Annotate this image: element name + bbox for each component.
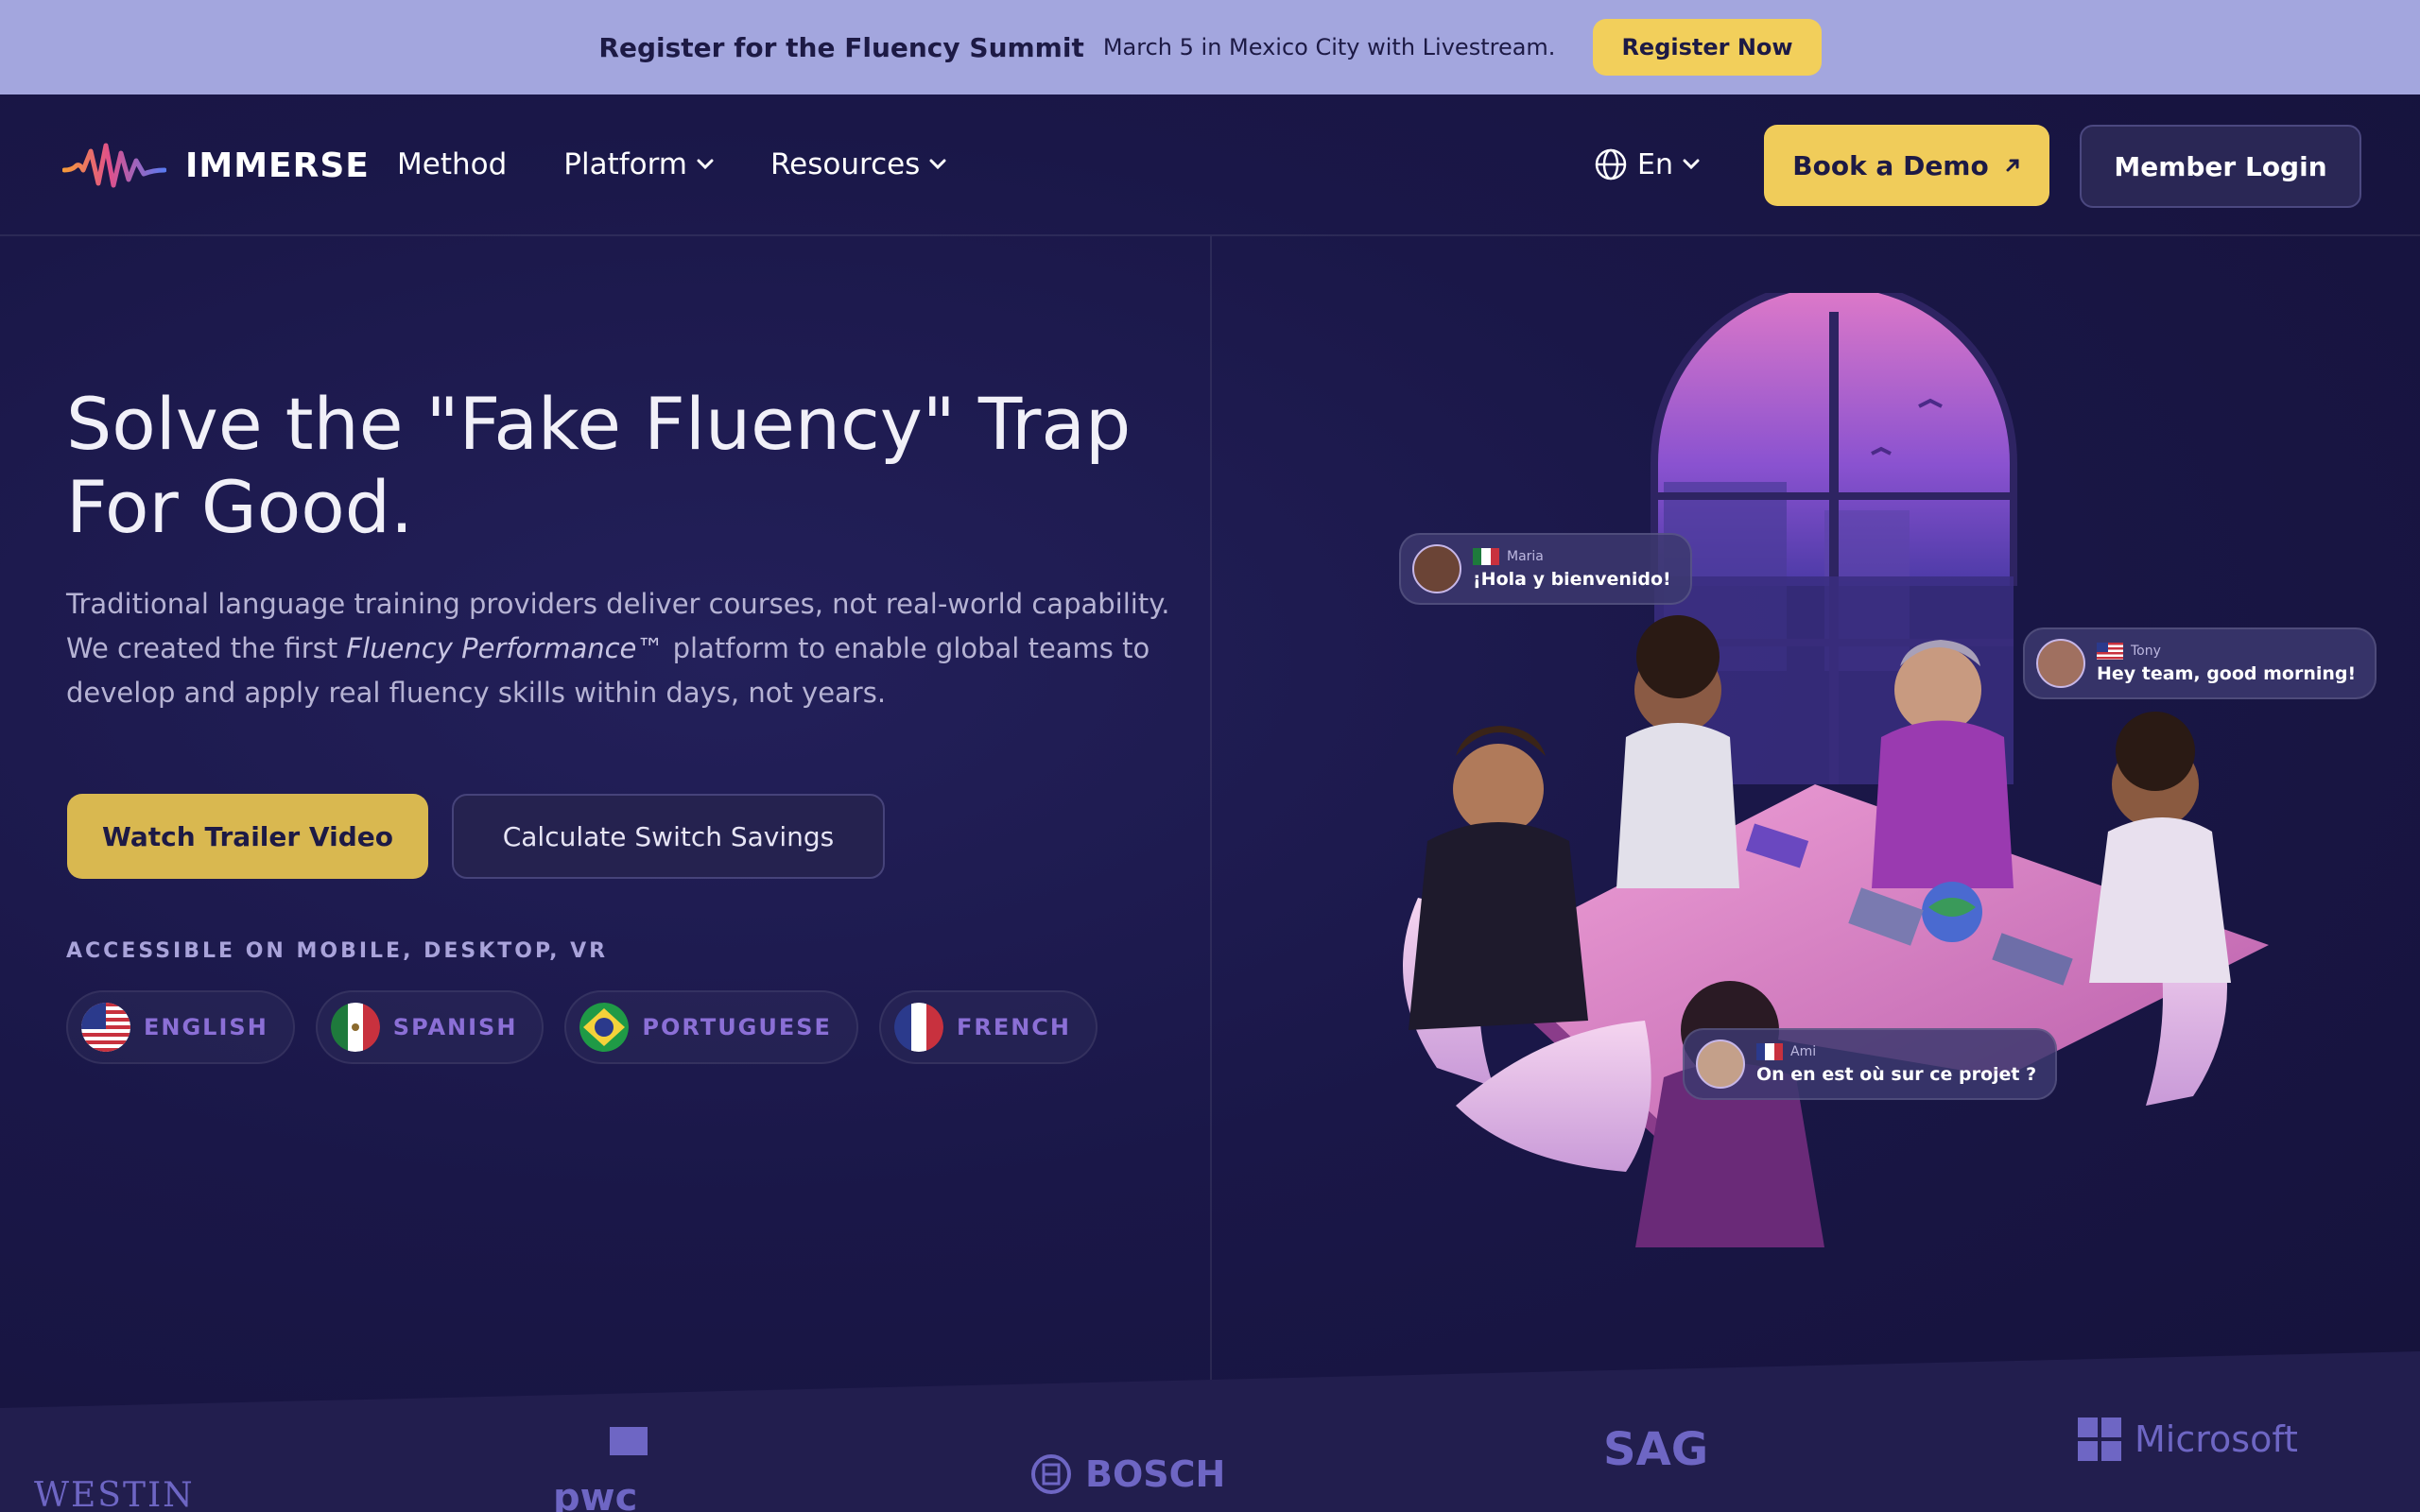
chat-message: ¡Hola y bienvenido! — [1473, 569, 1671, 590]
person-figure — [1409, 726, 1588, 1030]
france-flag-icon — [1756, 1043, 1783, 1060]
client-logo-microsoft-text: Microsoft — [2135, 1418, 2298, 1460]
nav-link-label: Method — [397, 147, 508, 181]
calculate-savings-button[interactable]: Calculate Switch Savings — [452, 794, 885, 879]
announcement-subtitle: March 5 in Mexico City with Livestream. — [1102, 34, 1556, 60]
avatar — [1696, 1040, 1745, 1089]
person-figure — [2089, 712, 2231, 983]
language-chip-label: ENGLISH — [144, 1014, 268, 1040]
chat-bubble-tony: Tony Hey team, good morning! — [2023, 627, 2377, 699]
client-logo-pwc: pwc — [553, 1427, 648, 1512]
brand-logo[interactable]: IMMERSE — [62, 142, 370, 189]
brand-name: IMMERSE — [185, 146, 370, 185]
language-chip-label: SPANISH — [392, 1014, 518, 1040]
nav-link-label: Platform — [563, 147, 688, 181]
language-selector[interactable]: En — [1594, 147, 1700, 181]
chat-bubble-maria: Maria ¡Hola y bienvenido! — [1399, 533, 1692, 605]
chat-bubble-ami: Ami On en est où sur ce projet ? — [1683, 1028, 2058, 1100]
nav-link-resources[interactable]: Resources — [770, 147, 946, 181]
brazil-flag-icon — [579, 1003, 630, 1052]
language-chip-label: PORTUGUESE — [642, 1014, 832, 1040]
bosch-mark-icon — [1031, 1454, 1071, 1494]
client-logo-pwc-text: pwc — [553, 1476, 638, 1512]
nav-link-label: Resources — [770, 147, 921, 181]
watch-trailer-button[interactable]: Watch Trailer Video — [67, 794, 428, 879]
platforms-label: ACCESSIBLE ON MOBILE, DESKTOP, VR — [66, 939, 609, 963]
avatar — [1412, 544, 1461, 593]
chat-name: Ami — [1790, 1044, 1817, 1059]
language-chip-french[interactable]: FRENCH — [878, 990, 1098, 1064]
nav-links: Method Platform Resources — [397, 147, 946, 181]
language-label: En — [1637, 147, 1673, 181]
pwc-mark-icon — [610, 1427, 648, 1455]
chat-message: On en est où sur ce projet ? — [1756, 1064, 2037, 1085]
announcement-bar: Register for the Fluency Summit March 5 … — [0, 0, 2420, 94]
hero-title-line2: For Good. — [66, 465, 414, 549]
chevron-down-icon — [929, 159, 946, 170]
language-chip-label: FRENCH — [956, 1014, 1071, 1040]
register-now-button[interactable]: Register Now — [1593, 19, 1822, 76]
client-logo-westin: WESTIN — [34, 1476, 195, 1512]
language-chip-english[interactable]: ENGLISH — [66, 990, 295, 1064]
microsoft-mark-icon — [2078, 1418, 2121, 1461]
mexico-flag-icon — [330, 1003, 380, 1052]
nav-link-method[interactable]: Method — [397, 147, 507, 181]
book-demo-button[interactable]: Book a Demo — [1764, 125, 2049, 206]
book-demo-label: Book a Demo — [1792, 149, 1989, 181]
chat-name: Maria — [1507, 549, 1544, 564]
chat-name: Tony — [2131, 644, 2161, 659]
language-list: ENGLISH SPANISH PORTUGUESE FRENCH — [66, 990, 1098, 1064]
section-divider — [1210, 236, 1212, 1399]
chevron-down-icon — [697, 159, 714, 170]
client-logo-bosch-text: BOSCH — [1085, 1453, 1226, 1495]
france-flag-icon — [893, 1003, 943, 1052]
chat-message: Hey team, good morning! — [2097, 663, 2357, 684]
avatar — [2036, 639, 2085, 688]
member-login-button[interactable]: Member Login — [2080, 125, 2361, 208]
client-logo-microsoft: Microsoft — [2078, 1418, 2298, 1461]
client-logo-sag: SAG — [1603, 1423, 1709, 1476]
hero-title-line1: Solve the "Fake Fluency" Trap — [66, 382, 1132, 466]
client-logo-bosch: BOSCH — [1030, 1453, 1225, 1495]
nav-link-platform[interactable]: Platform — [563, 147, 714, 181]
hero-desc-emphasis: Fluency Performance™ — [346, 632, 665, 664]
language-chip-portuguese[interactable]: PORTUGUESE — [564, 990, 858, 1064]
hero-description: Traditional language training providers … — [66, 582, 1182, 715]
top-navigation: IMMERSE Method Platform Resources En — [0, 94, 2420, 236]
language-chip-spanish[interactable]: SPANISH — [315, 990, 544, 1064]
hero-illustration: Maria ¡Hola y bienvenido! Tony Hey team,… — [1323, 280, 2377, 1295]
announcement-title: Register for the Fluency Summit — [598, 31, 1084, 63]
chevron-down-icon — [1683, 159, 1700, 170]
arrow-up-right-icon — [2006, 159, 2019, 172]
soundwave-icon — [62, 143, 166, 188]
hero-title: Solve the "Fake Fluency" Trap For Good. — [66, 383, 1201, 549]
meeting-scene-illustration — [1403, 280, 2269, 1247]
us-flag-icon — [2097, 643, 2123, 660]
us-flag-icon — [81, 1003, 130, 1052]
globe-icon — [1595, 148, 1627, 180]
mexico-flag-icon — [1473, 548, 1499, 565]
